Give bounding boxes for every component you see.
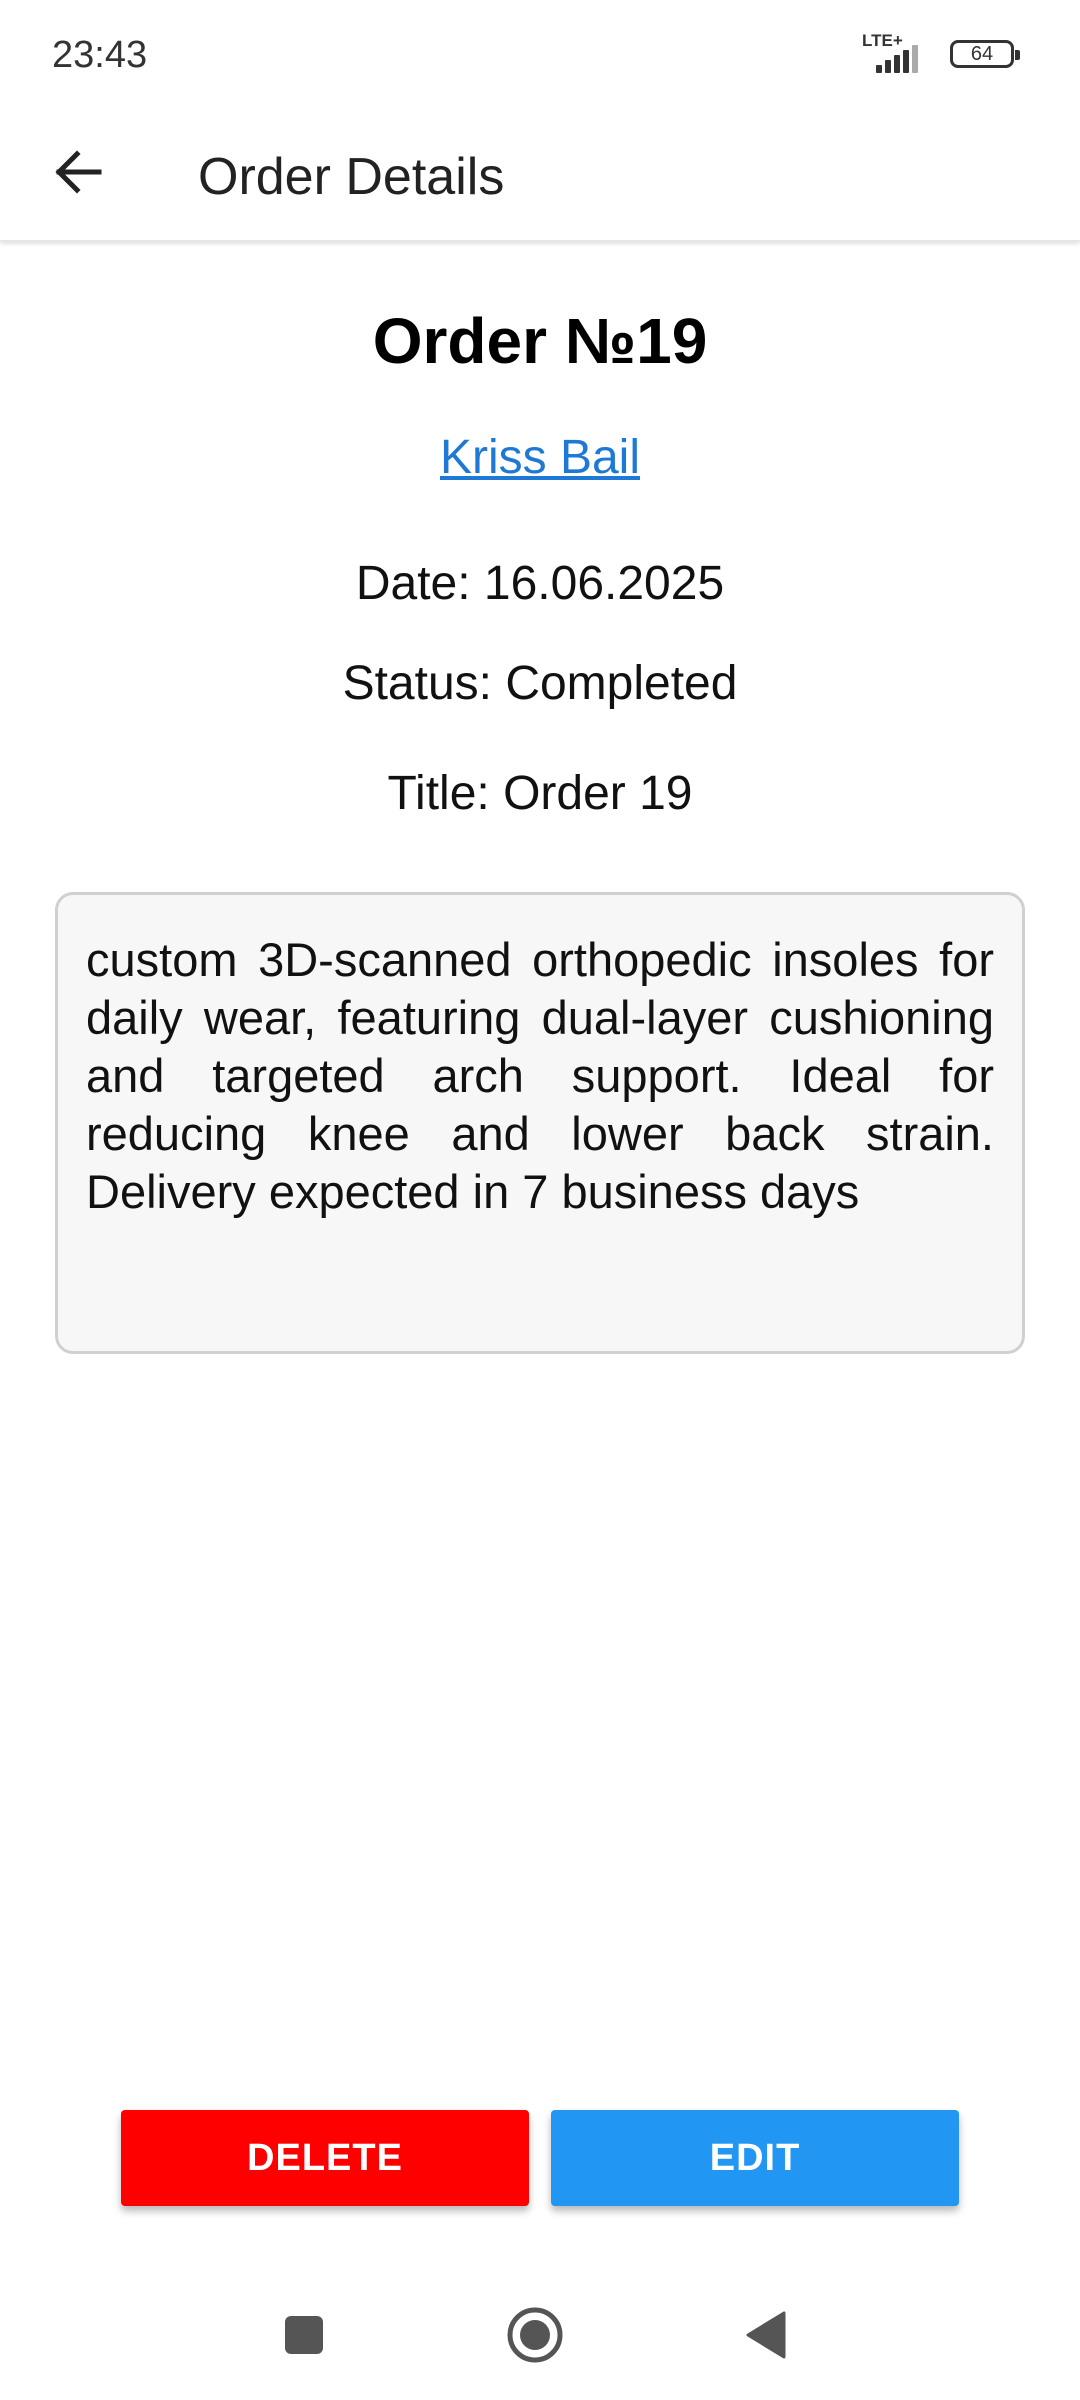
- delete-button[interactable]: DELETE: [121, 2110, 529, 2206]
- battery-level: 64: [970, 42, 994, 65]
- circle-icon: [507, 2307, 563, 2363]
- triangle-back-icon: [746, 2311, 786, 2359]
- signal-icon: LTE+: [862, 31, 934, 73]
- system-nav-bar: [0, 2265, 1080, 2400]
- description-box: custom 3D-scanned orthopedic insoles for…: [55, 892, 1025, 1354]
- battery-icon: 64: [950, 40, 1020, 68]
- nav-back-button[interactable]: [726, 2295, 806, 2375]
- order-details-screen: 23:43 LTE+ 64 Order Details Order №19 Kr…: [0, 0, 1080, 2400]
- edit-button[interactable]: EDIT: [551, 2110, 959, 2206]
- order-heading: Order №19: [372, 305, 708, 377]
- customer-link[interactable]: Kriss Bail: [0, 430, 1080, 485]
- home-button[interactable]: [495, 2295, 575, 2375]
- back-button[interactable]: [46, 140, 110, 204]
- recents-button[interactable]: [264, 2295, 344, 2375]
- order-status: Status: Completed: [342, 657, 738, 710]
- square-icon: [285, 2316, 323, 2354]
- app-bar: Order Details: [0, 110, 1080, 241]
- status-time: 23:43: [52, 34, 148, 76]
- order-date: Date: 16.06.2025: [355, 557, 725, 610]
- status-icons: LTE+ 64: [862, 31, 1020, 74]
- order-title: Title: Order 19: [387, 767, 693, 820]
- page-title: Order Details: [198, 148, 505, 206]
- arrow-left-icon: [55, 150, 102, 194]
- status-bar: 23:43 LTE+ 64: [0, 0, 1080, 110]
- order-description: custom 3D-scanned orthopedic insoles for…: [86, 933, 994, 1218]
